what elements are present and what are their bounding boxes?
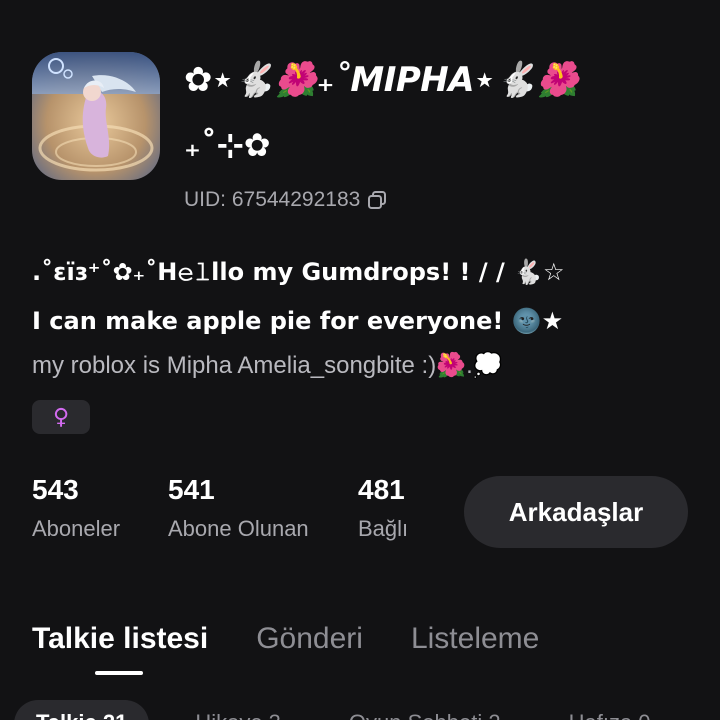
stat-label: Abone Olunan — [168, 516, 309, 541]
filter-pills: Talkie 21 Hikaye 3 Oyun Sohbeti 2 Hafıza… — [14, 700, 673, 720]
friends-button[interactable]: Arkadaşlar — [464, 476, 688, 548]
stat-value: 541 — [168, 474, 215, 505]
stat-following[interactable]: 541 Abone Olunan — [168, 474, 309, 542]
tab-listings[interactable]: Listeleme — [411, 622, 539, 656]
tab-talkie-list[interactable]: Talkie listesi — [32, 622, 208, 656]
bio-line-1: .˚ɛïɜ⁺˚✿₊˚H𝚎𝚕llo my Gumdrops! ! / / 🐇☆ — [32, 258, 565, 286]
stat-label: Bağlı — [358, 516, 409, 541]
stat-label: Aboneler — [32, 516, 121, 541]
content-tabs: Talkie listesi Gönderi Listeleme — [32, 622, 539, 656]
stat-subscribers[interactable]: 543 Aboneler — [32, 474, 120, 542]
uid-row: UID: 67544292183 — [184, 188, 388, 212]
tab-posts[interactable]: Gönderi — [256, 622, 363, 656]
stat-connected[interactable]: 481 Bağlı — [358, 474, 408, 542]
copy-icon[interactable] — [366, 189, 388, 211]
filter-pill-story[interactable]: Hikaye 3 — [173, 700, 303, 720]
display-name-continued: ₊˚⊹✿ — [184, 126, 271, 164]
stat-value: 481 — [358, 474, 405, 505]
filter-pill-memory[interactable]: Hafıza 0 — [547, 700, 673, 720]
gender-badge: ♀ — [32, 400, 90, 434]
stat-value: 543 — [32, 474, 79, 505]
filter-pill-roleplay[interactable]: Oyun Sohbeti 2 — [327, 700, 523, 720]
avatar[interactable] — [32, 52, 160, 180]
bio-line-3: my roblox is Mipha Amelia_songbite :)🌺.💭 — [32, 352, 503, 379]
uid-text: UID: 67544292183 — [184, 188, 361, 211]
display-name: ✿⋆🐇🌺₊˚MIPHA⋆🐇🌺 — [184, 60, 579, 100]
filter-pill-talkie[interactable]: Talkie 21 — [14, 700, 150, 720]
bio-line-2: I can make apple pie for everyone! 🌚★ — [32, 307, 564, 335]
active-tab-indicator — [95, 671, 143, 675]
female-icon: ♀ — [52, 404, 70, 430]
avatar-image — [32, 52, 160, 180]
profile-page: ✿⋆🐇🌺₊˚MIPHA⋆🐇🌺 ₊˚⊹✿ UID: 67544292183 .˚ɛ… — [0, 0, 720, 720]
